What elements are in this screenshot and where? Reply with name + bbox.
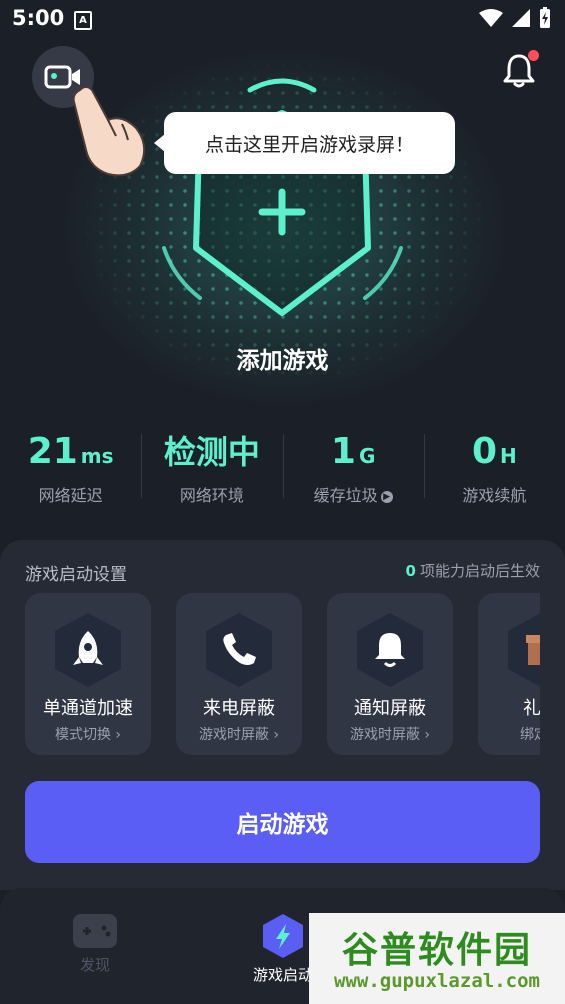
stat-battery-value: 0 [471, 431, 498, 472]
chevron-right-icon: ▶ [380, 490, 393, 503]
stat-battery: 0H 游戏续航 [423, 428, 565, 508]
gamepad-icon [73, 914, 117, 948]
system-icons [479, 7, 551, 29]
signal-icon [512, 9, 530, 27]
card-notification-block[interactable]: 通知屏蔽 游戏时屏蔽 › [327, 593, 453, 755]
gift-icon [508, 613, 540, 687]
add-game-shield-button[interactable] [150, 68, 415, 328]
stat-network: 检测中 网络环境 [141, 428, 282, 508]
stat-cache-unit: G [358, 444, 376, 468]
stat-battery-label: 游戏续航 [462, 486, 527, 505]
stat-cache[interactable]: 1G 缓存垃圾 ▶ [282, 428, 424, 508]
stat-latency-unit: ms [80, 444, 114, 468]
stat-cache-value: 1 [330, 431, 356, 472]
card-title: 单通道加速 [43, 698, 133, 719]
card-single-channel[interactable]: 单通道加速 模式切换 › [25, 593, 151, 755]
battery-icon [540, 7, 550, 28]
phone-icon [206, 613, 272, 687]
card-gift[interactable]: 礼包 绑定区 [478, 593, 540, 755]
stat-latency-label: 网络延迟 [38, 486, 103, 505]
card-subtitle: 游戏时屏蔽 › [198, 727, 280, 743]
stat-network-label: 网络环境 [179, 486, 244, 505]
notifications-button[interactable] [502, 50, 539, 88]
nav-discover[interactable]: 发现 [62, 912, 128, 975]
launch-settings-panel: 游戏启动设置 0 项能力启动后生效 单通道加速 模式切换 › 来电屏蔽 游戏时屏蔽… [0, 540, 565, 890]
settings-note: 0 项能力启动后生效 [406, 560, 540, 581]
watermark-title: 谷普软件园 [341, 930, 532, 971]
card-subtitle: 游戏时屏蔽 › [349, 727, 431, 743]
stat-cache-label: 缓存垃圾 [313, 486, 378, 505]
status-time: 5:00 [12, 6, 65, 30]
card-title: 来电屏蔽 [203, 698, 275, 719]
stat-latency: 21 ms 网络延迟 [0, 428, 141, 508]
status-bar: 5:00 A [0, 0, 565, 38]
rocket-icon [55, 613, 121, 687]
settings-title: 游戏启动设置 [25, 565, 127, 585]
settings-note-count: 0 [405, 562, 416, 580]
watermark: 谷普软件园 www.gupuxlazal.com [309, 913, 565, 1004]
notification-dot [528, 50, 539, 61]
bell-icon [357, 613, 423, 687]
settings-note-text: 项能力启动后生效 [419, 562, 540, 580]
app-notification-icon: A [74, 11, 92, 30]
add-game-label[interactable]: 添加游戏 [0, 341, 565, 375]
record-tooltip: 点击这里开启游戏录屏！ [154, 112, 455, 174]
card-call-block[interactable]: 来电屏蔽 游戏时屏蔽 › [176, 593, 302, 755]
wifi-icon [479, 9, 503, 27]
nav-discover-label: 发现 [79, 956, 110, 974]
pointing-hand-icon [72, 86, 146, 177]
tooltip-text: 点击这里开启游戏录屏！ [204, 133, 414, 156]
watermark-url: www.gupuxlazal.com [334, 970, 540, 992]
card-title: 通知屏蔽 [354, 698, 426, 719]
stat-network-value: 检测中 [163, 433, 260, 471]
lightning-icon [263, 914, 303, 958]
settings-cards: 单通道加速 模式切换 › 来电屏蔽 游戏时屏蔽 › 通知屏蔽 游戏时屏蔽 › 礼… [25, 593, 540, 755]
card-subtitle: 绑定区 [520, 727, 540, 743]
card-title: 礼包 [523, 698, 540, 719]
stat-battery-unit: H [500, 444, 517, 468]
stat-latency-value: 21 [27, 431, 78, 472]
stats-row: 21 ms 网络延迟 检测中 网络环境 1G 缓存垃圾 ▶ 0H 游戏续航 [0, 428, 565, 508]
card-subtitle: 模式切换 › [54, 727, 122, 743]
launch-game-button[interactable]: 启动游戏 [25, 781, 540, 863]
